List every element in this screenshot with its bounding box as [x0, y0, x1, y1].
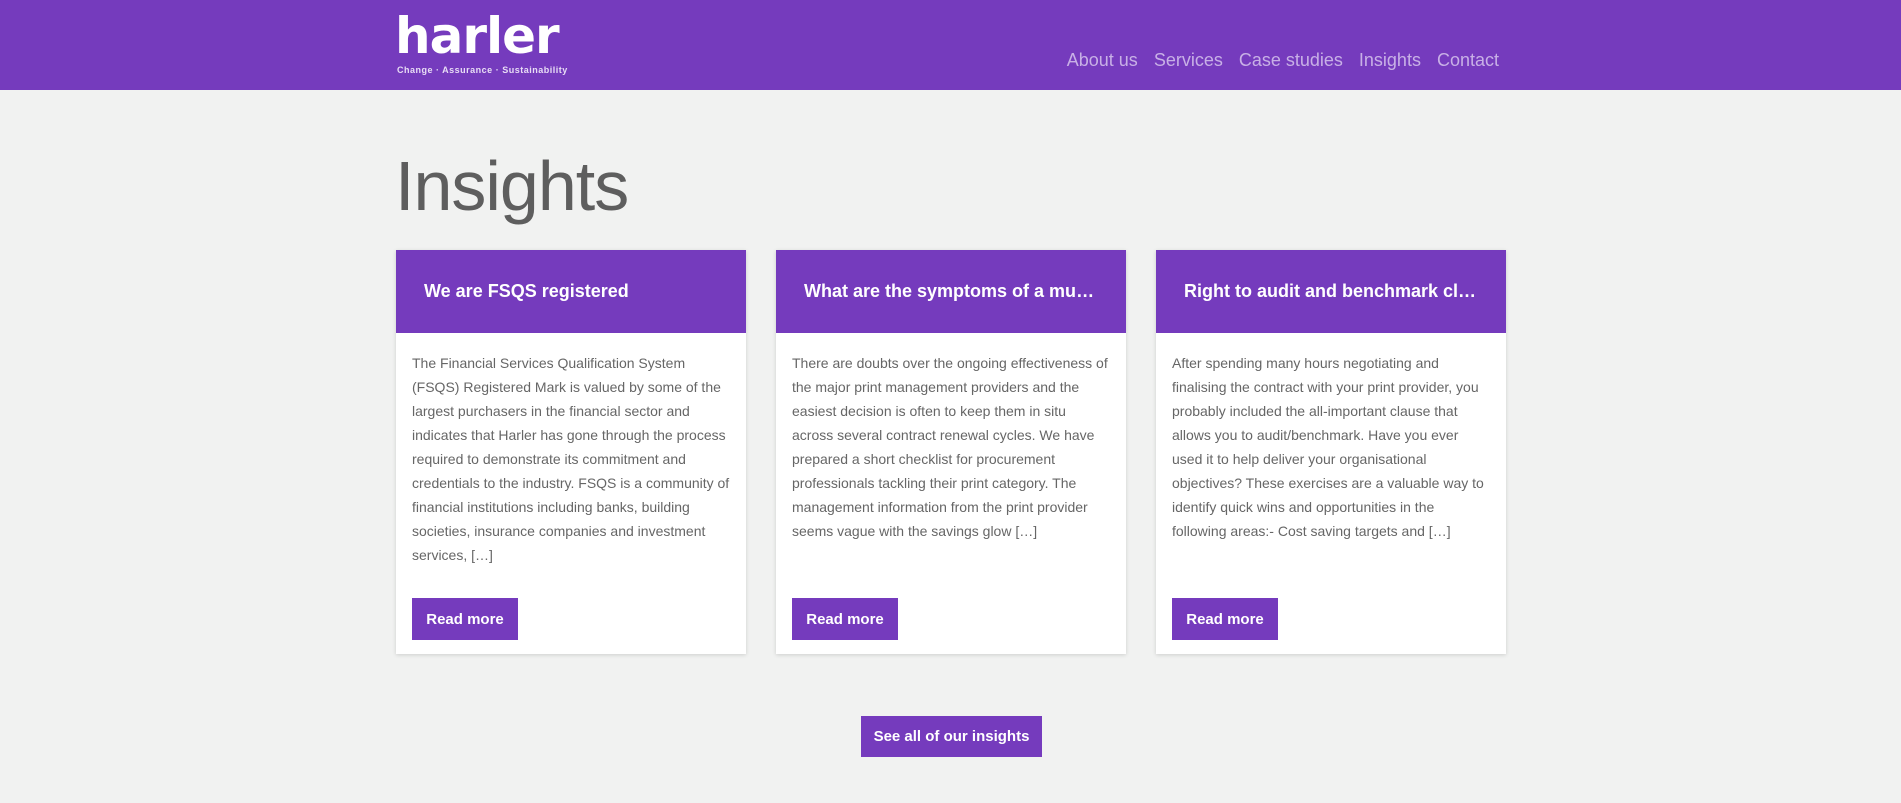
main-nav: About us Services Case studies Insights … — [1067, 50, 1499, 71]
nav-services[interactable]: Services — [1154, 50, 1223, 71]
see-all-insights-button[interactable]: See all of our insights — [861, 716, 1042, 757]
card-header: We are FSQS registered — [396, 250, 746, 333]
card-excerpt: The Financial Services Qualification Sys… — [412, 355, 730, 563]
card-excerpt: There are doubts over the ongoing effect… — [792, 355, 1108, 539]
insight-card: Right to audit and benchmark cl… After s… — [1156, 250, 1506, 654]
card-title[interactable]: We are FSQS registered — [424, 281, 629, 302]
card-title[interactable]: What are the symptoms of a mul… — [804, 281, 1098, 302]
page-title: Insights — [395, 147, 629, 225]
read-more-button[interactable]: Read more — [1172, 598, 1278, 640]
card-title[interactable]: Right to audit and benchmark cl… — [1184, 281, 1476, 302]
logo-wordmark: harler — [395, 7, 560, 65]
card-excerpt: After spending many hours negotiating an… — [1172, 355, 1484, 539]
logo-tagline: Change · Assurance · Sustainability — [397, 65, 568, 75]
insight-card: We are FSQS registered The Financial Ser… — [396, 250, 746, 654]
nav-case-studies[interactable]: Case studies — [1239, 50, 1343, 71]
read-more-button[interactable]: Read more — [792, 598, 898, 640]
insights-cards: We are FSQS registered The Financial Ser… — [396, 250, 1506, 654]
card-header: What are the symptoms of a mul… — [776, 250, 1126, 333]
read-more-button[interactable]: Read more — [412, 598, 518, 640]
nav-about-us[interactable]: About us — [1067, 50, 1138, 71]
nav-contact[interactable]: Contact — [1437, 50, 1499, 71]
nav-insights[interactable]: Insights — [1359, 50, 1421, 71]
site-header: harler Change · Assurance · Sustainabili… — [0, 0, 1901, 90]
insight-card: What are the symptoms of a mul… There ar… — [776, 250, 1126, 654]
card-header: Right to audit and benchmark cl… — [1156, 250, 1506, 333]
harler-logo[interactable]: harler Change · Assurance · Sustainabili… — [395, 10, 575, 78]
